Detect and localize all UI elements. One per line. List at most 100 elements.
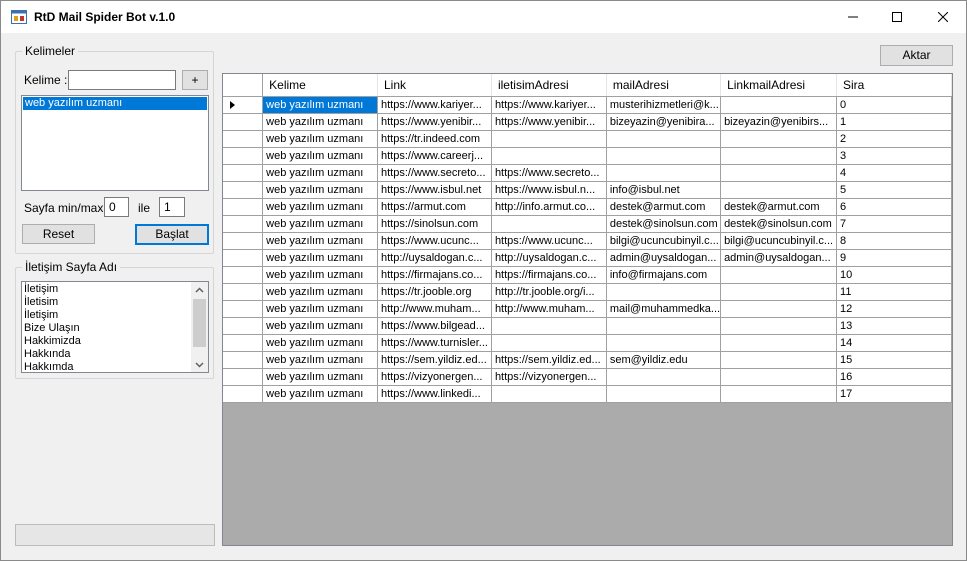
table-cell[interactable]: https://sem.yildiz.ed...	[377, 351, 492, 369]
iletisim-list-item[interactable]: Hakkında	[22, 348, 208, 361]
row-header[interactable]	[223, 300, 264, 318]
table-cell[interactable]: http://uysaldogan.c...	[377, 249, 492, 267]
row-header[interactable]	[223, 96, 264, 114]
table-cell[interactable]	[720, 266, 838, 284]
table-cell[interactable]: mail@muhammedka...	[606, 300, 722, 318]
table-cell[interactable]: web yazılım uzmanı	[262, 130, 378, 148]
table-cell[interactable]	[720, 96, 838, 114]
table-cell[interactable]: web yazılım uzmanı	[262, 351, 378, 369]
table-cell[interactable]	[720, 164, 838, 182]
table-row[interactable]: web yazılım uzmanı https://www.linkedi...…	[223, 385, 952, 403]
row-header[interactable]	[223, 147, 264, 165]
table-cell[interactable]: https://firmajans.co...	[491, 266, 607, 284]
table-cell[interactable]: 1	[836, 113, 952, 131]
scroll-down-button[interactable]	[191, 357, 208, 372]
table-cell[interactable]	[606, 334, 722, 352]
table-cell[interactable]	[720, 385, 838, 403]
table-cell[interactable]: https://tr.jooble.org	[377, 283, 492, 301]
column-header-sira[interactable]: Sira	[836, 74, 952, 97]
table-cell[interactable]	[491, 215, 607, 233]
title-bar[interactable]: RtD Mail Spider Bot v.1.0	[1, 1, 966, 33]
column-header-kelime[interactable]: Kelime	[262, 74, 378, 97]
table-row[interactable]: web yazılım uzmanı http://www.muham... htt…	[223, 300, 952, 318]
table-cell[interactable]: https://www.secreto...	[491, 164, 607, 182]
table-row[interactable]: web yazılım uzmanı https://tr.jooble.org h…	[223, 283, 952, 301]
row-header[interactable]	[223, 368, 264, 386]
row-header[interactable]	[223, 266, 264, 284]
row-header[interactable]	[223, 113, 264, 131]
table-cell[interactable]	[720, 317, 838, 335]
table-row[interactable]: web yazılım uzmanı https://sinolsun.com de…	[223, 215, 952, 233]
table-cell[interactable]	[720, 181, 838, 199]
table-cell[interactable]: web yazılım uzmanı	[262, 266, 378, 284]
table-row[interactable]: web yazılım uzmanı https://www.turnisler.…	[223, 334, 952, 352]
column-header-iletisimadresi[interactable]: iletisimAdresi	[491, 74, 607, 97]
table-cell[interactable]: web yazılım uzmanı	[262, 96, 378, 114]
table-cell[interactable]: 6	[836, 198, 952, 216]
table-cell[interactable]: https://armut.com	[377, 198, 492, 216]
table-cell[interactable]: 13	[836, 317, 952, 335]
table-cell[interactable]	[491, 334, 607, 352]
table-cell[interactable]: 15	[836, 351, 952, 369]
row-header[interactable]	[223, 385, 264, 403]
table-cell[interactable]: web yazılım uzmanı	[262, 215, 378, 233]
table-row[interactable]: web yazılım uzmanı https://www.kariyer...…	[223, 96, 952, 114]
table-cell[interactable]: https://www.isbul.net	[377, 181, 492, 199]
row-header[interactable]	[223, 283, 264, 301]
table-cell[interactable]: https://firmajans.co...	[377, 266, 492, 284]
table-cell[interactable]: https://www.isbul.n...	[491, 181, 607, 199]
table-cell[interactable]: destek@armut.com	[606, 198, 722, 216]
table-cell[interactable]	[606, 130, 722, 148]
table-row[interactable]: web yazılım uzmanı https://vizyonergen...…	[223, 368, 952, 386]
table-row[interactable]: web yazılım uzmanı https://armut.com http:…	[223, 198, 952, 216]
table-cell[interactable]: 14	[836, 334, 952, 352]
table-cell[interactable]: web yazılım uzmanı	[262, 164, 378, 182]
iletisim-list-item[interactable]: İletişim	[22, 283, 208, 296]
column-header-mailadresi[interactable]: mailAdresi	[606, 74, 722, 97]
maximize-button[interactable]	[874, 1, 920, 33]
table-cell[interactable]: https://www.kariyer...	[491, 96, 607, 114]
row-header[interactable]	[223, 232, 264, 250]
iletisim-list-item[interactable]: Hakkımda	[22, 361, 208, 372]
table-cell[interactable]	[491, 385, 607, 403]
table-row[interactable]: web yazılım uzmanı https://www.isbul.net h…	[223, 181, 952, 199]
table-cell[interactable]: https://www.ucunc...	[377, 232, 492, 250]
table-cell[interactable]: sem@yildiz.edu	[606, 351, 722, 369]
iletisim-listbox[interactable]: İletişim İletisim İletişim Bize Ulaşın H…	[21, 281, 209, 373]
table-cell[interactable]: musterihizmetleri@k...	[606, 96, 722, 114]
table-row[interactable]: web yazılım uzmanı https://tr.indeed.com 2	[223, 130, 952, 148]
table-cell[interactable]	[720, 368, 838, 386]
table-cell[interactable]: http://info.armut.co...	[491, 198, 607, 216]
table-cell[interactable]: http://uysaldogan.c...	[491, 249, 607, 267]
table-cell[interactable]: info@isbul.net	[606, 181, 722, 199]
table-cell[interactable]: bizeyazin@yenibira...	[606, 113, 722, 131]
table-cell[interactable]: web yazılım uzmanı	[262, 181, 378, 199]
minimize-button[interactable]	[830, 1, 876, 33]
table-cell[interactable]: bilgi@ucuncubinyil.c...	[606, 232, 722, 250]
table-cell[interactable]: https://www.turnisler...	[377, 334, 492, 352]
table-cell[interactable]: http://www.muham...	[377, 300, 492, 318]
table-row[interactable]: web yazılım uzmanı http://uysaldogan.c...…	[223, 249, 952, 267]
table-cell[interactable]: 3	[836, 147, 952, 165]
table-cell[interactable]: 9	[836, 249, 952, 267]
table-row[interactable]: web yazılım uzmanı https://www.yenibir...…	[223, 113, 952, 131]
table-cell[interactable]	[720, 130, 838, 148]
table-cell[interactable]: web yazılım uzmanı	[262, 368, 378, 386]
table-cell[interactable]: http://tr.jooble.org/i...	[491, 283, 607, 301]
row-header[interactable]	[223, 198, 264, 216]
table-cell[interactable]: admin@uysaldogan...	[720, 249, 838, 267]
table-cell[interactable]: 11	[836, 283, 952, 301]
table-cell[interactable]: 17	[836, 385, 952, 403]
table-cell[interactable]: web yazılım uzmanı	[262, 232, 378, 250]
row-header[interactable]	[223, 130, 264, 148]
baslat-button[interactable]: Başlat	[135, 224, 209, 245]
table-cell[interactable]: bizeyazin@yenibirs...	[720, 113, 838, 131]
table-cell[interactable]	[606, 283, 722, 301]
table-cell[interactable]: destek@sinolsun.com	[720, 215, 838, 233]
table-cell[interactable]: https://vizyonergen...	[377, 368, 492, 386]
table-cell[interactable]: web yazılım uzmanı	[262, 385, 378, 403]
table-cell[interactable]	[720, 351, 838, 369]
table-cell[interactable]: admin@uysaldogan...	[606, 249, 722, 267]
table-cell[interactable]: https://www.careerj...	[377, 147, 492, 165]
iletisim-scrollbar[interactable]	[191, 282, 208, 372]
